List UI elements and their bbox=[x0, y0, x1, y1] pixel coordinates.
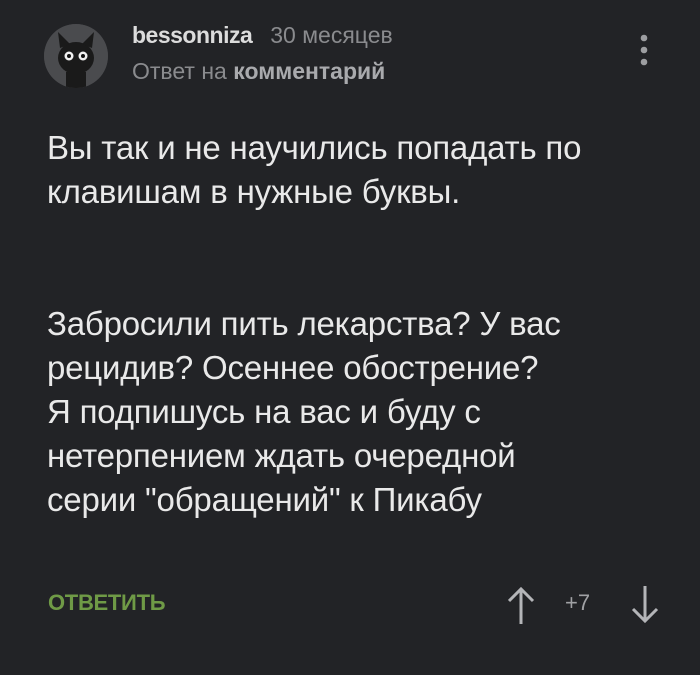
comment-time: 30 месяцев bbox=[270, 22, 393, 48]
comment-line: Я подпишусь на вас и буду с bbox=[47, 393, 481, 430]
reply-target-link[interactable]: комментарий bbox=[233, 58, 385, 84]
comment-line: нетерпением ждать очередной bbox=[47, 437, 516, 474]
arrow-down-icon[interactable] bbox=[628, 584, 662, 626]
comment-body: Вы так и не научились попадать по клавиш… bbox=[47, 126, 677, 522]
reply-button[interactable]: ОТВЕТИТЬ bbox=[48, 590, 166, 616]
comment: bessonniza 30 месяцев Ответ на комментар… bbox=[0, 0, 700, 675]
comment-line: Забросили пить лекарства? У вас bbox=[47, 305, 561, 342]
comment-line: рецидив? Осеннее обострение? bbox=[47, 349, 539, 386]
comment-line: Вы так и не научились попадать по bbox=[47, 129, 582, 166]
comment-line: клавишам в нужные буквы. bbox=[47, 173, 461, 210]
comment-header: bessonniza 30 месяцев bbox=[132, 22, 393, 52]
arrow-up-icon[interactable] bbox=[504, 584, 538, 626]
rating-count: +7 bbox=[565, 590, 591, 615]
reply-prefix: Ответ на bbox=[132, 58, 227, 84]
cat-avatar-icon bbox=[44, 24, 108, 88]
vertical-dots-icon[interactable] bbox=[634, 32, 654, 72]
author-username[interactable]: bessonniza bbox=[132, 22, 253, 49]
reply-info: Ответ на комментарий bbox=[132, 58, 385, 85]
comment-line: серии "обращений" к Пикабу bbox=[47, 481, 482, 518]
avatar[interactable] bbox=[44, 24, 108, 88]
